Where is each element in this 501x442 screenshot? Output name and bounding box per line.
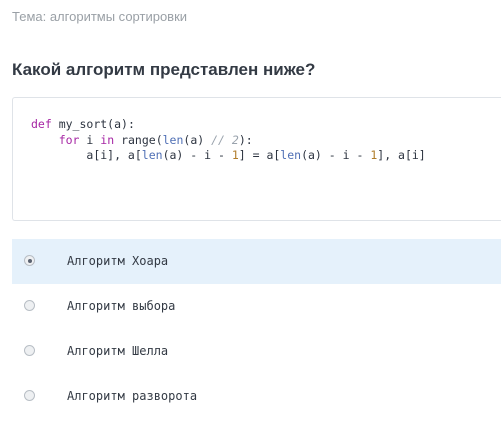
code-close: ): [238,132,253,147]
code-builtin-len: len [280,148,302,162]
code-number: 1 [231,148,239,162]
code-text: def my_sort(a): for i in range(len(a) //… [31,117,426,164]
code-loop-var: i [79,132,101,147]
code-comment: // 2 [211,132,239,147]
answer-option-label: Алгоритм выбора [67,299,176,313]
answer-option-label: Алгоритм Хоара [67,254,169,268]
radio-icon[interactable] [24,390,35,401]
topic-label: Тема: алгоритмы сортировки [12,9,188,24]
answer-option-label: Алгоритм разворота [67,389,198,403]
code-function-signature: my_sort(a): [51,117,135,131]
code-keyword-def: def [31,117,52,131]
code-args: (a) [183,132,212,147]
answer-option-reverse[interactable]: Алгоритм разворота [12,374,501,419]
code-keyword-for: for [58,132,80,147]
radio-selected-icon[interactable] [24,255,35,266]
answer-option-hoare[interactable]: Алгоритм Хоара [12,239,501,284]
answer-option-selection[interactable]: Алгоритм выбора [12,284,501,329]
code-builtin-len: len [162,132,184,147]
answer-option-shell[interactable]: Алгоритм Шелла [12,329,501,374]
code-keyword-in: in [100,132,115,147]
code-part: a[i], a[ [86,148,142,162]
code-range: range [121,132,156,147]
question-title: Какой алгоритм представлен ниже? [12,60,316,79]
code-block: def my_sort(a): for i in range(len(a) //… [12,97,501,221]
code-builtin-len: len [141,148,163,162]
code-part: ], a[i] [377,148,426,162]
code-paren: ( [155,132,163,147]
code-part: (a) - i - [162,148,232,162]
radio-icon[interactable] [24,345,35,356]
radio-icon[interactable] [24,300,35,311]
code-part: ] = a[ [238,148,281,162]
answer-option-label: Алгоритм Шелла [67,344,169,358]
code-part: (a) - i - [301,148,371,162]
